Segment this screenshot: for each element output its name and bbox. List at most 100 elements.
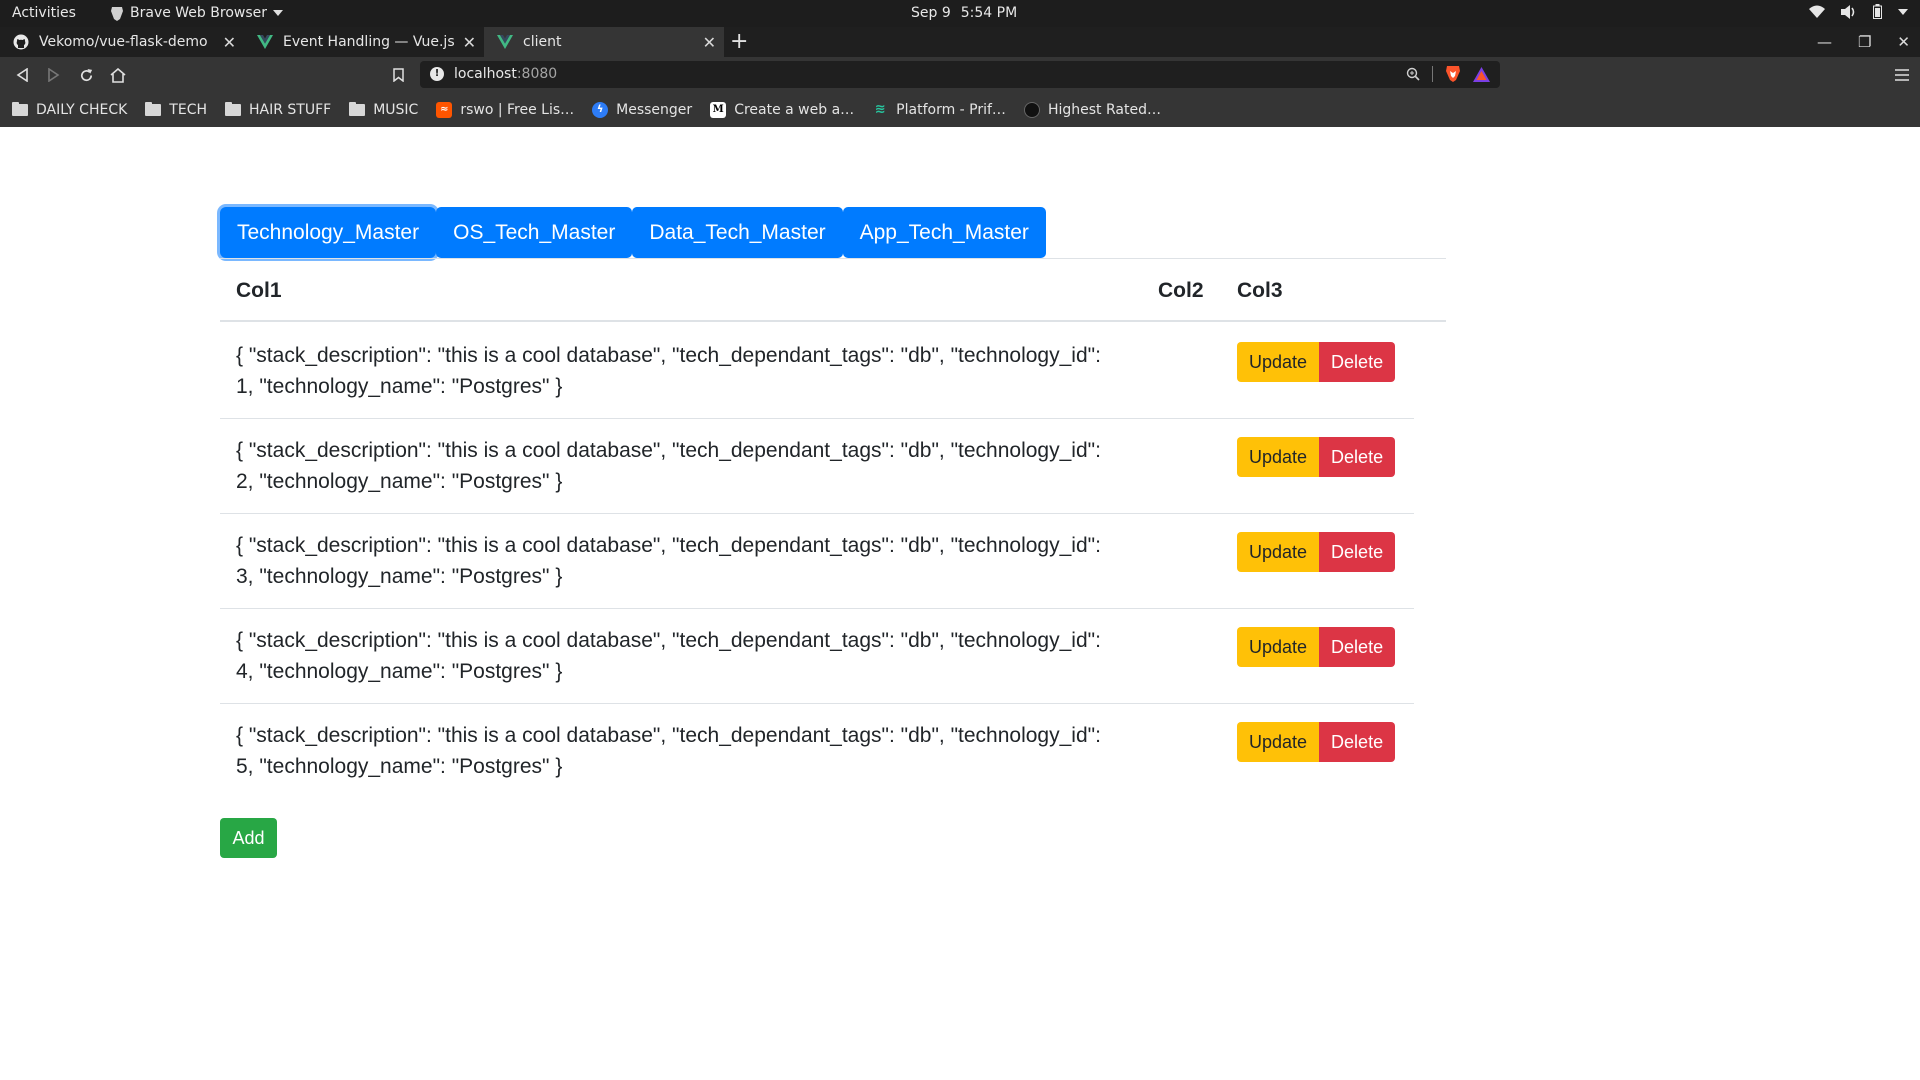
row-json-cell: { "stack_description": "this is a cool d… <box>236 625 1136 687</box>
row-actions: Update Delete <box>1237 722 1396 762</box>
bookmark-folder[interactable]: DAILY CHECK <box>12 101 128 118</box>
delete-button[interactable]: Delete <box>1319 532 1396 572</box>
brave-shields-icon[interactable] <box>1445 65 1461 83</box>
delete-button[interactable]: Delete <box>1319 722 1396 762</box>
new-tab-icon[interactable]: + <box>730 29 748 54</box>
row-text-line: { "stack_description": "this is a cool d… <box>236 439 1101 462</box>
browser-tab-github[interactable]: Vekomo/vue-flask-demo ✕ <box>0 27 244 57</box>
system-tray[interactable] <box>1809 4 1908 19</box>
activities-button[interactable]: Activities <box>12 5 76 21</box>
browser-tab-title: client <box>523 34 562 50</box>
row-text-line: { "stack_description": "this is a cool d… <box>236 344 1101 367</box>
row-text-line: 4, "technology_name": "Postgres" } <box>236 660 563 683</box>
delete-button[interactable]: Delete <box>1319 627 1396 667</box>
bookmark-label: Platform - Prif… <box>896 101 1006 118</box>
brave-rewards-icon[interactable] <box>1473 66 1490 82</box>
app-menu-label: Brave Web Browser <box>130 5 267 21</box>
update-button[interactable]: Update <box>1237 722 1320 762</box>
tab-os-tech-master[interactable]: OS_Tech_Master <box>436 207 633 258</box>
system-top-bar: Activities Brave Web Browser Sep 9 5:54 P… <box>0 0 1920 27</box>
address-text: localhost:8080 <box>454 66 557 82</box>
folder-icon <box>12 101 28 116</box>
row-text-line: { "stack_description": "this is a cool d… <box>236 629 1101 652</box>
bookmark-label: Highest Rated… <box>1047 101 1161 118</box>
bookmark-folder[interactable]: MUSIC <box>349 101 418 118</box>
bookmark-icon[interactable] <box>388 65 408 85</box>
row-text-line: 5, "technology_name": "Postgres" } <box>236 755 563 778</box>
table-row: { "stack_description": "this is a cool d… <box>220 609 1414 704</box>
bookmark-label: DAILY CHECK <box>36 101 128 118</box>
bookmark-link[interactable]: M Create a web a… <box>710 101 854 118</box>
folder-icon <box>225 101 241 116</box>
row-text-line: 2, "technology_name": "Postgres" } <box>236 470 563 493</box>
circle-icon <box>1023 101 1040 118</box>
bookmark-link[interactable]: ≈ rswo | Free Lis… <box>436 101 575 118</box>
row-text-line: { "stack_description": "this is a cool d… <box>236 534 1101 557</box>
bookmark-link[interactable]: ≋ Platform - Prif… <box>872 102 1006 118</box>
row-actions: Update Delete <box>1237 342 1396 382</box>
browser-tab-title: Vekomo/vue-flask-demo <box>39 34 208 50</box>
master-tabs: Technology_Master OS_Tech_Master Data_Te… <box>220 207 1046 258</box>
update-button[interactable]: Update <box>1237 627 1320 667</box>
tab-technology-master[interactable]: Technology_Master <box>220 207 437 258</box>
minimize-icon[interactable]: — <box>1817 33 1832 51</box>
update-button[interactable]: Update <box>1237 532 1320 572</box>
reload-icon[interactable] <box>76 65 96 85</box>
app-menu[interactable]: Brave Web Browser <box>110 5 283 21</box>
bookmark-folder[interactable]: HAIR STUFF <box>225 101 331 118</box>
forward-icon[interactable] <box>44 65 64 85</box>
table-row: { "stack_description": "this is a cool d… <box>220 514 1414 609</box>
brave-lion-icon <box>111 6 123 21</box>
add-button[interactable]: Add <box>220 818 277 858</box>
caret-down-icon <box>273 10 283 16</box>
bookmark-label: Messenger <box>616 101 693 118</box>
tab-app-tech-master[interactable]: App_Tech_Master <box>842 207 1046 258</box>
browser-tab-client[interactable]: client ✕ <box>484 27 724 57</box>
column-header-col1: Col1 <box>236 279 282 302</box>
update-button[interactable]: Update <box>1237 342 1320 382</box>
vue-icon <box>496 33 514 51</box>
row-text-line: 1, "technology_name": "Postgres" } <box>236 375 563 398</box>
close-tab-icon[interactable]: ✕ <box>703 33 716 52</box>
bookmark-link[interactable]: Highest Rated… <box>1023 101 1161 118</box>
zoom-icon[interactable] <box>1406 67 1420 81</box>
row-actions: Update Delete <box>1237 532 1396 572</box>
browser-tab-vue-docs[interactable]: Event Handling — Vue.js ✕ <box>244 27 484 57</box>
clock[interactable]: Sep 9 5:54 PM <box>911 5 1017 21</box>
maximize-icon[interactable]: ❐ <box>1858 33 1871 51</box>
browser-tab-title: Event Handling — Vue.js <box>283 34 455 50</box>
row-actions: Update Delete <box>1237 627 1396 667</box>
close-window-icon[interactable]: ✕ <box>1897 33 1910 51</box>
table-row: { "stack_description": "this is a cool d… <box>220 419 1414 514</box>
back-icon[interactable] <box>12 65 32 85</box>
row-text-line: { "stack_description": "this is a cool d… <box>236 724 1101 747</box>
wifi-icon <box>1809 5 1825 18</box>
url-port: :8080 <box>516 66 558 82</box>
row-json-cell: { "stack_description": "this is a cool d… <box>236 340 1136 402</box>
row-text-line: 3, "technology_name": "Postgres" } <box>236 565 563 588</box>
home-icon[interactable] <box>108 65 128 85</box>
close-tab-icon[interactable]: ✕ <box>223 33 236 52</box>
row-json-cell: { "stack_description": "this is a cool d… <box>236 530 1136 592</box>
soundcloud-icon: ≈ <box>436 101 453 118</box>
clock-date: Sep 9 <box>911 5 951 21</box>
delete-button[interactable]: Delete <box>1319 437 1396 477</box>
bookmark-label: rswo | Free Lis… <box>460 101 575 118</box>
layers-icon: ≋ <box>874 102 886 117</box>
url-separator <box>1432 66 1433 82</box>
update-button[interactable]: Update <box>1237 437 1320 477</box>
vue-icon <box>256 33 274 51</box>
table-header: Col1 Col2 Col3 <box>220 259 1446 322</box>
bookmark-folder[interactable]: TECH <box>145 101 207 118</box>
delete-button[interactable]: Delete <box>1319 342 1396 382</box>
close-tab-icon[interactable]: ✕ <box>463 33 476 52</box>
github-icon <box>12 33 30 51</box>
address-bar[interactable]: ! localhost:8080 <box>420 61 1500 88</box>
bookmark-link[interactable]: ϟ Messenger <box>592 101 693 118</box>
row-json-cell: { "stack_description": "this is a cool d… <box>236 435 1136 497</box>
medium-icon: M <box>710 101 727 118</box>
menu-icon[interactable] <box>1892 65 1912 85</box>
folder-icon <box>349 101 366 116</box>
tab-data-tech-master[interactable]: Data_Tech_Master <box>632 207 843 258</box>
site-info-icon[interactable]: ! <box>430 67 444 81</box>
